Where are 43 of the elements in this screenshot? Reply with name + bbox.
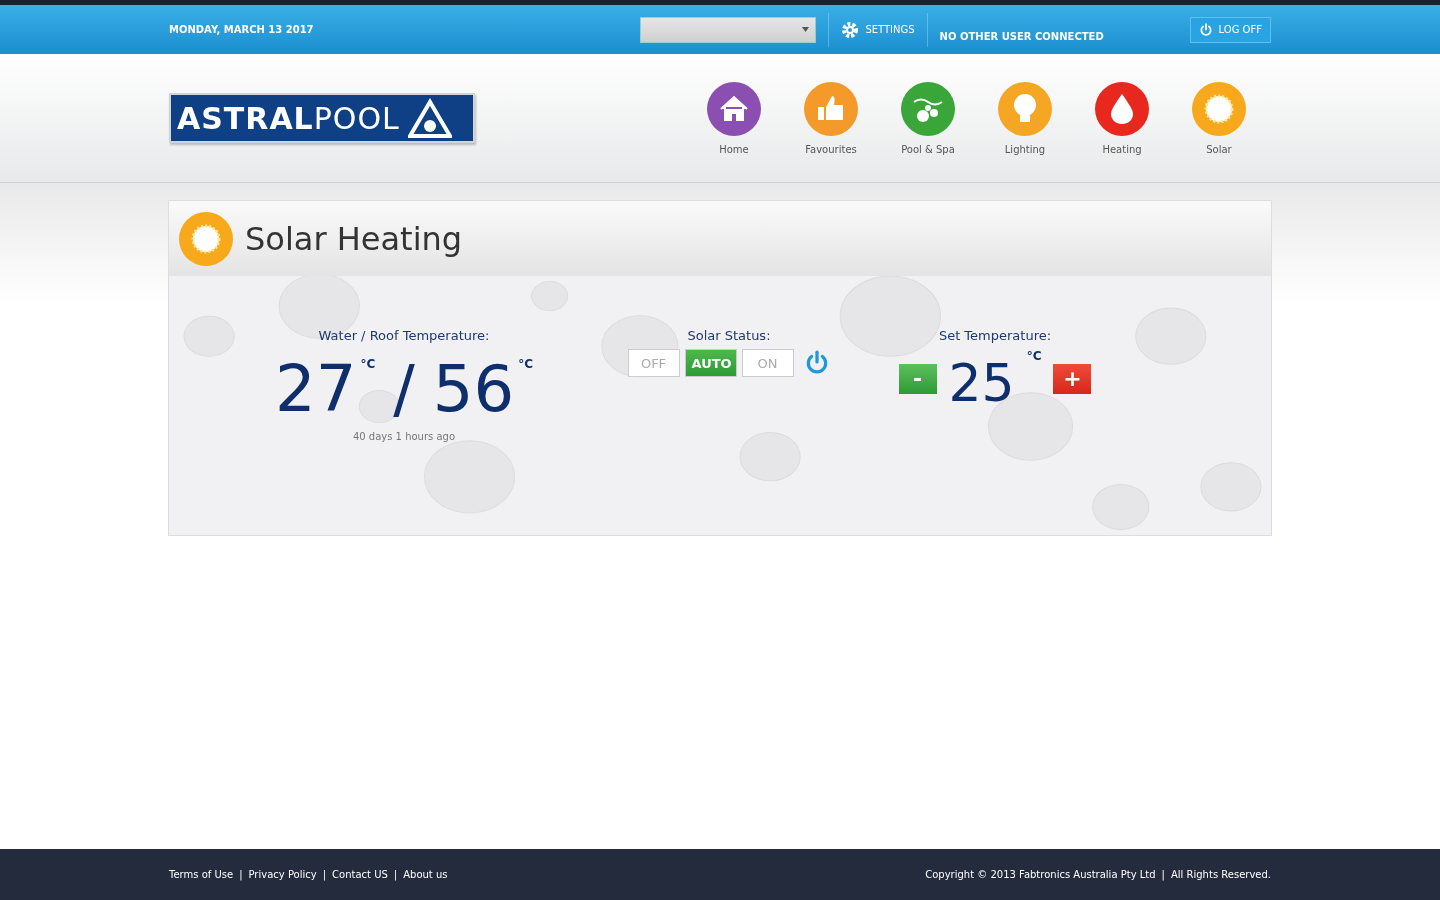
unit-text: °C — [1026, 349, 1042, 363]
setpoint-label: Set Temperature: — [938, 328, 1052, 343]
water-temperature: 27 — [274, 357, 357, 421]
nav-item[interactable]: Lighting — [991, 81, 1059, 155]
power-icon — [1198, 22, 1213, 37]
footer-text: All Rights Reserved. — [1170, 869, 1271, 880]
date-text: MONDAY, MARCH 13 2017 — [169, 24, 314, 35]
unit-text: °C — [360, 357, 376, 371]
connection-status: NO OTHER USER CONNECTED — [939, 31, 1105, 42]
nav-item[interactable]: Solar — [1185, 81, 1253, 155]
panel-title: Solar Heating — [245, 219, 463, 258]
separator: | — [1161, 869, 1165, 880]
dropdown-field[interactable] — [640, 16, 817, 43]
separator: | — [393, 869, 398, 880]
nav-item[interactable]: Home — [700, 81, 768, 155]
separator: | — [322, 869, 327, 880]
increase-button[interactable]: + — [1053, 364, 1092, 394]
caret-icon — [802, 27, 810, 32]
status-label: Solar Status: — [687, 328, 771, 343]
nav-item[interactable]: Heating — [1088, 81, 1156, 155]
nav-item[interactable]: Pool & Spa — [894, 81, 962, 155]
footer-link[interactable]: Privacy Policy — [248, 869, 317, 880]
age-text: 40 days 1 hours ago — [352, 431, 456, 442]
separator-text: / — [393, 357, 415, 421]
settings-icon — [841, 20, 860, 39]
home-icon — [707, 81, 761, 136]
sun-icon — [179, 211, 233, 266]
footer-link[interactable]: About us — [403, 869, 448, 880]
reading-label: Water / Roof Temperature: — [318, 328, 490, 343]
bulb-icon — [998, 81, 1052, 136]
pool-icon — [901, 81, 955, 136]
setpoint-value: 25 — [948, 357, 1015, 409]
roof-temperature: 56 — [432, 357, 515, 421]
logo-mark-icon — [407, 98, 452, 138]
thumb-icon — [804, 81, 858, 136]
footer-link[interactable]: Contact US — [332, 869, 388, 880]
logo: ASTRALPOOL — [169, 93, 475, 143]
sun-icon — [1192, 81, 1246, 136]
unit-text: °C — [518, 357, 534, 371]
footer-text: Copyright © 2013 Fabtronics Australia Pty Ltd — [925, 869, 1156, 880]
nav-item[interactable]: Favourites — [797, 81, 865, 155]
separator: | — [239, 869, 243, 880]
footer-link[interactable]: Terms of Use — [169, 869, 234, 880]
